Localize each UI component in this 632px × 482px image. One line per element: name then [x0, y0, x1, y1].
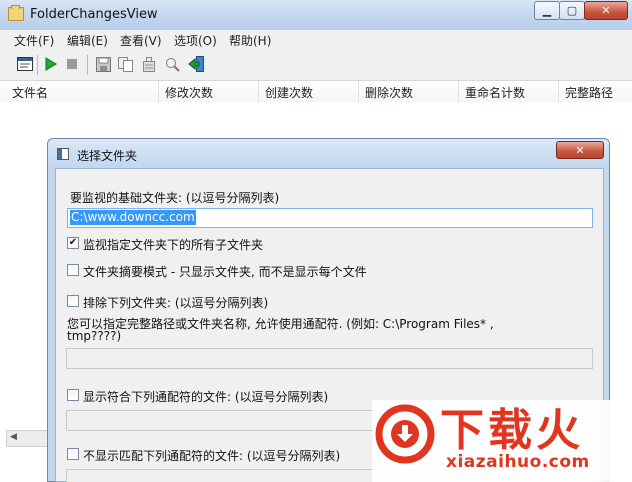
column-divider[interactable]	[558, 81, 559, 102]
save-icon	[95, 56, 111, 72]
show-matching-label[interactable]: 显示符合下列通配符的文件: (以逗号分隔列表)	[83, 388, 328, 405]
exit-icon	[188, 56, 204, 72]
column-header-fullpath[interactable]: 完整路径	[565, 84, 613, 101]
toolbar-separator	[37, 55, 38, 75]
menu-file[interactable]: 文件(F)	[14, 32, 54, 49]
show-matching-check-box[interactable]	[67, 389, 79, 401]
column-header-deleted[interactable]: 删除次数	[365, 84, 413, 101]
menu-help[interactable]: 帮助(H)	[229, 32, 271, 49]
menu-options[interactable]: 选项(O)	[174, 32, 217, 49]
play-icon	[45, 57, 57, 71]
column-header-created[interactable]: 创建次数	[265, 84, 313, 101]
find-icon	[165, 57, 180, 72]
subfolders-label[interactable]: 监视指定文件夹下的所有子文件夹	[83, 236, 263, 253]
column-divider[interactable]	[158, 81, 159, 102]
column-header-modified[interactable]: 修改次数	[165, 84, 213, 101]
window-title: FolderChangesView	[30, 7, 158, 22]
hide-matching-checkbox[interactable]	[67, 448, 79, 460]
column-header-renamed[interactable]: 重命名计数	[465, 84, 525, 101]
exclude-folders-check-box[interactable]	[67, 295, 79, 307]
find-button[interactable]	[163, 55, 181, 73]
close-icon: ✕	[601, 4, 611, 17]
hide-matching-check-box[interactable]	[67, 448, 79, 460]
properties-icon	[142, 56, 155, 72]
checkmark-icon: ✔	[68, 237, 78, 248]
maximize-button[interactable]: ▢	[559, 1, 585, 20]
column-divider[interactable]	[358, 81, 359, 102]
watermark-url: xiazaihuo.com	[446, 452, 590, 472]
list-header	[0, 81, 632, 103]
copy-icon	[117, 56, 133, 72]
menu-edit[interactable]: 编辑(E)	[67, 32, 108, 49]
stop-button[interactable]	[63, 55, 81, 73]
dialog-window-icon	[57, 148, 69, 160]
start-button[interactable]	[42, 55, 60, 73]
exit-button[interactable]	[188, 55, 206, 73]
maximize-icon: ▢	[566, 4, 578, 17]
exclude-hint-line2: tmp????)	[67, 329, 122, 343]
close-icon: ✕	[575, 143, 585, 157]
stop-icon	[67, 59, 77, 69]
scroll-left-icon[interactable]: ◀	[10, 432, 17, 442]
close-button[interactable]: ✕	[584, 1, 628, 20]
watermark-brand: 下载火	[440, 405, 584, 456]
properties-button[interactable]	[139, 55, 157, 73]
watermark-logo-icon	[375, 404, 435, 464]
summary-mode-label[interactable]: 文件夹摘要模式 - 只显示文件夹, 而不是显示每个文件	[83, 263, 367, 280]
summary-mode-check-box[interactable]	[67, 264, 79, 276]
base-folder-label: 要监视的基础文件夹: (以逗号分隔列表)	[70, 191, 280, 205]
column-divider[interactable]	[458, 81, 459, 102]
summary-mode-checkbox[interactable]	[67, 264, 79, 276]
exclude-folders-input[interactable]	[66, 348, 593, 369]
window-icon	[17, 57, 33, 71]
minimize-icon: ▁	[542, 4, 552, 17]
subfolders-check-box[interactable]: ✔	[67, 237, 79, 249]
dialog-title: 选择文件夹	[77, 149, 138, 163]
base-folder-selected-text: C:\www.downcc.com	[70, 210, 196, 225]
menu-view[interactable]: 查看(V)	[120, 32, 162, 49]
exclude-folders-label[interactable]: 排除下列文件夹: (以逗号分隔列表)	[83, 294, 268, 311]
exclude-folders-checkbox[interactable]	[67, 295, 79, 307]
open-folder-button[interactable]	[16, 55, 34, 73]
column-divider[interactable]	[258, 81, 259, 102]
save-button[interactable]	[94, 55, 112, 73]
hide-matching-label[interactable]: 不显示匹配下列通配符的文件: (以逗号分隔列表)	[83, 447, 340, 464]
exclude-hint-line1: 您可以指定完整路径或文件夹名称, 允许使用通配符. (例如: C:\Progra…	[67, 317, 494, 331]
minimize-button[interactable]: ▁	[534, 1, 560, 20]
column-header-filename[interactable]: 文件名	[12, 84, 48, 101]
copy-button[interactable]	[116, 55, 134, 73]
show-matching-checkbox[interactable]	[67, 389, 79, 401]
toolbar-separator	[87, 55, 88, 75]
folder-app-icon	[8, 5, 24, 21]
dialog-close-button[interactable]: ✕	[556, 141, 604, 159]
subfolders-checkbox[interactable]: ✔	[67, 237, 79, 249]
